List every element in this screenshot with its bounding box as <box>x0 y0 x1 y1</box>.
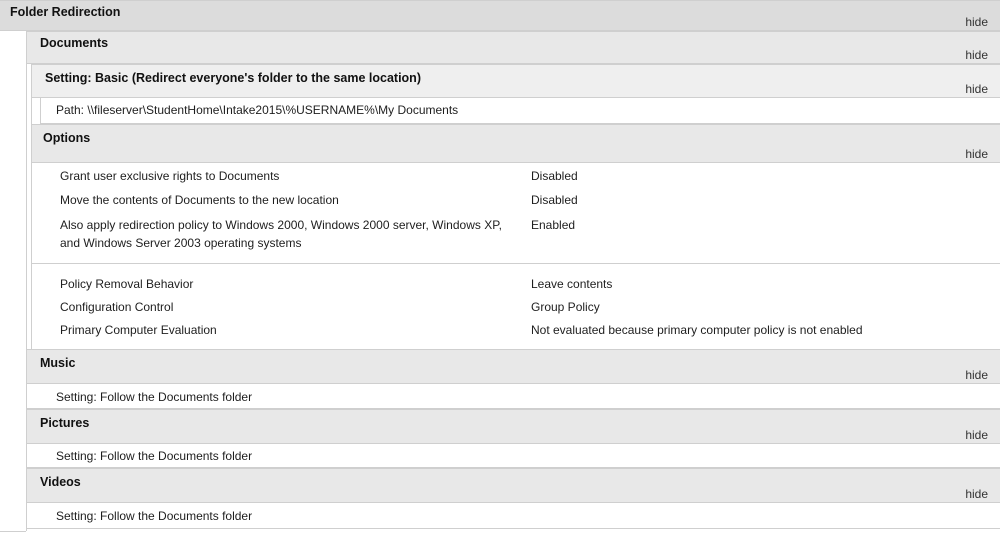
bottom-line <box>0 531 26 532</box>
section-title: Videos <box>40 475 81 489</box>
section-title: Setting: Basic (Redirect everyone's fold… <box>45 71 421 85</box>
divider <box>31 263 1000 264</box>
section-setting-basic: Setting: Basic (Redirect everyone's fold… <box>31 64 1000 98</box>
indent-line-3 <box>40 98 41 124</box>
option-label: Also apply redirection policy to Windows… <box>60 218 502 232</box>
indent-line-1 <box>26 31 27 531</box>
section-title: Documents <box>40 36 109 50</box>
option-label: Configuration Control <box>60 300 174 314</box>
hide-link[interactable]: hide <box>965 48 988 62</box>
option-value: Enabled <box>531 218 576 232</box>
section-videos: Videos hide <box>26 468 1000 503</box>
option-value: Disabled <box>531 193 578 207</box>
section-options: Options hide <box>31 124 1000 163</box>
divider <box>26 528 1000 529</box>
option-label-cont: and Windows Server 2003 operating system… <box>60 236 302 250</box>
option-value: Leave contents <box>531 277 613 291</box>
hide-link[interactable]: hide <box>965 428 988 442</box>
redirect-path: Path: \\fileserver\StudentHome\Intake201… <box>56 103 459 117</box>
indent-line-2 <box>31 64 32 349</box>
hide-link[interactable]: hide <box>965 487 988 501</box>
hide-link[interactable]: hide <box>965 368 988 382</box>
section-documents: Documents hide <box>26 31 1000 64</box>
videos-setting: Setting: Follow the Documents folder <box>56 509 253 523</box>
music-setting: Setting: Follow the Documents folder <box>56 390 253 404</box>
hide-link[interactable]: hide <box>965 147 988 161</box>
option-label: Grant user exclusive rights to Documents <box>60 169 280 183</box>
section-title: Folder Redirection <box>10 5 121 19</box>
option-label: Primary Computer Evaluation <box>60 323 217 337</box>
option-value: Disabled <box>531 169 578 183</box>
section-folder-redirection: Folder Redirection hide <box>0 0 1000 31</box>
option-value: Not evaluated because primary computer p… <box>531 323 863 337</box>
pictures-setting: Setting: Follow the Documents folder <box>56 449 253 463</box>
option-value: Group Policy <box>531 300 600 314</box>
hide-link[interactable]: hide <box>965 15 988 29</box>
section-pictures: Pictures hide <box>26 409 1000 444</box>
section-title: Pictures <box>40 416 90 430</box>
option-label: Policy Removal Behavior <box>60 277 194 291</box>
option-label: Move the contents of Documents to the ne… <box>60 193 339 207</box>
section-title: Music <box>40 356 76 370</box>
hide-link[interactable]: hide <box>965 82 988 96</box>
section-music: Music hide <box>26 349 1000 384</box>
section-title: Options <box>43 131 91 145</box>
